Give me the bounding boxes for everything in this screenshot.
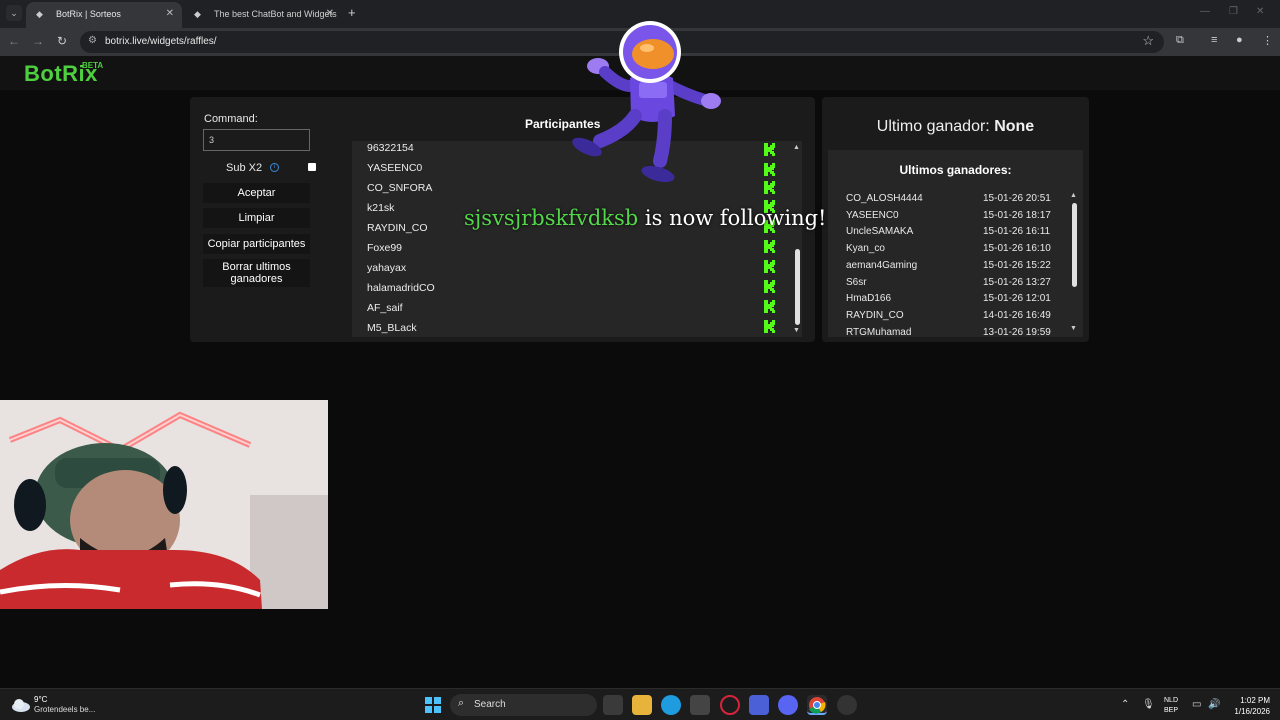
winner-date: 15-01-26 13:27	[983, 276, 1051, 288]
clock-date: 1/16/2026	[1234, 707, 1270, 716]
webcam-image-icon	[0, 400, 328, 609]
winner-date: 15-01-26 12:01	[983, 293, 1051, 305]
clock[interactable]: 1:02 PM 1/16/2026	[1226, 695, 1270, 717]
store-icon[interactable]	[690, 695, 710, 715]
file-explorer-icon[interactable]	[632, 695, 652, 715]
winner-name: aeman4Gaming	[846, 259, 918, 271]
taskbar: 9°C Grotendeels be... ⌕ Search ⌃ 🎙 NLD B…	[0, 688, 1280, 720]
winner-date: 13-01-26 19:59	[983, 326, 1051, 335]
chrome-icon[interactable]	[807, 695, 827, 715]
language-indicator[interactable]: NLD BEP	[1164, 696, 1178, 716]
clock-time: 1:02 PM	[1240, 696, 1270, 705]
follow-username: sjsvsjrbskfvdksb	[464, 206, 639, 230]
winners-scroll-up-icon[interactable]: ▲	[1070, 192, 1077, 199]
search-icon: ⌕	[458, 697, 465, 709]
app-icon[interactable]	[749, 695, 769, 715]
language-code: NLD	[1164, 697, 1179, 704]
discord-icon[interactable]	[778, 695, 798, 715]
volume-icon[interactable]: 🔊	[1208, 699, 1220, 710]
follow-alert: sjsvsjrbskfvdksb is now following!	[464, 206, 827, 230]
obs-icon[interactable]	[837, 695, 857, 715]
winner-date: 15-01-26 15:22	[983, 259, 1051, 271]
weather-cloud-icon[interactable]	[11, 698, 31, 712]
winner-name: Kyan_co	[846, 243, 885, 255]
winner-name: RAYDIN_CO	[846, 309, 904, 321]
task-view-icon[interactable]	[603, 695, 623, 715]
winner-name: S6sr	[846, 276, 867, 288]
astronaut-mascot-icon	[572, 21, 721, 183]
weather-temperature[interactable]: 9°C	[34, 695, 47, 704]
winner-name: UncleSAMAKA	[846, 226, 914, 238]
tray-overflow-icon[interactable]: ⌃	[1121, 699, 1129, 710]
winners-scroll-down-icon[interactable]: ▼	[1070, 325, 1077, 332]
taskbar-search[interactable]: ⌕ Search	[450, 694, 597, 716]
windows-start-icon[interactable]	[425, 697, 441, 713]
winner-name: RTGMuhamad	[846, 326, 912, 335]
winner-name: CO_ALOSH4444	[846, 193, 923, 204]
winner-date: 14-01-26 16:49	[983, 309, 1051, 321]
winner-date: 15-01-26 20:51	[983, 193, 1051, 204]
winner-date: 15-01-26 16:11	[983, 226, 1051, 238]
opera-icon[interactable]	[720, 695, 740, 715]
search-placeholder: Search	[474, 699, 506, 710]
winner-name: YASEENC0	[846, 209, 899, 221]
winner-name: HmaD166	[846, 293, 892, 305]
follow-message: is now following!	[644, 206, 827, 230]
weather-description[interactable]: Grotendeels be...	[34, 705, 95, 714]
winner-date: 15-01-26 18:17	[983, 209, 1051, 221]
winners-scrollbar[interactable]	[1072, 203, 1077, 287]
network-icon[interactable]: ▭	[1192, 699, 1201, 710]
winner-date: 15-01-26 16:10	[983, 243, 1051, 255]
edge-icon[interactable]	[661, 695, 681, 715]
webcam-feed	[0, 400, 328, 609]
microphone-icon[interactable]: 🎙	[1142, 699, 1155, 710]
keyboard-layout: BEP	[1164, 707, 1179, 714]
